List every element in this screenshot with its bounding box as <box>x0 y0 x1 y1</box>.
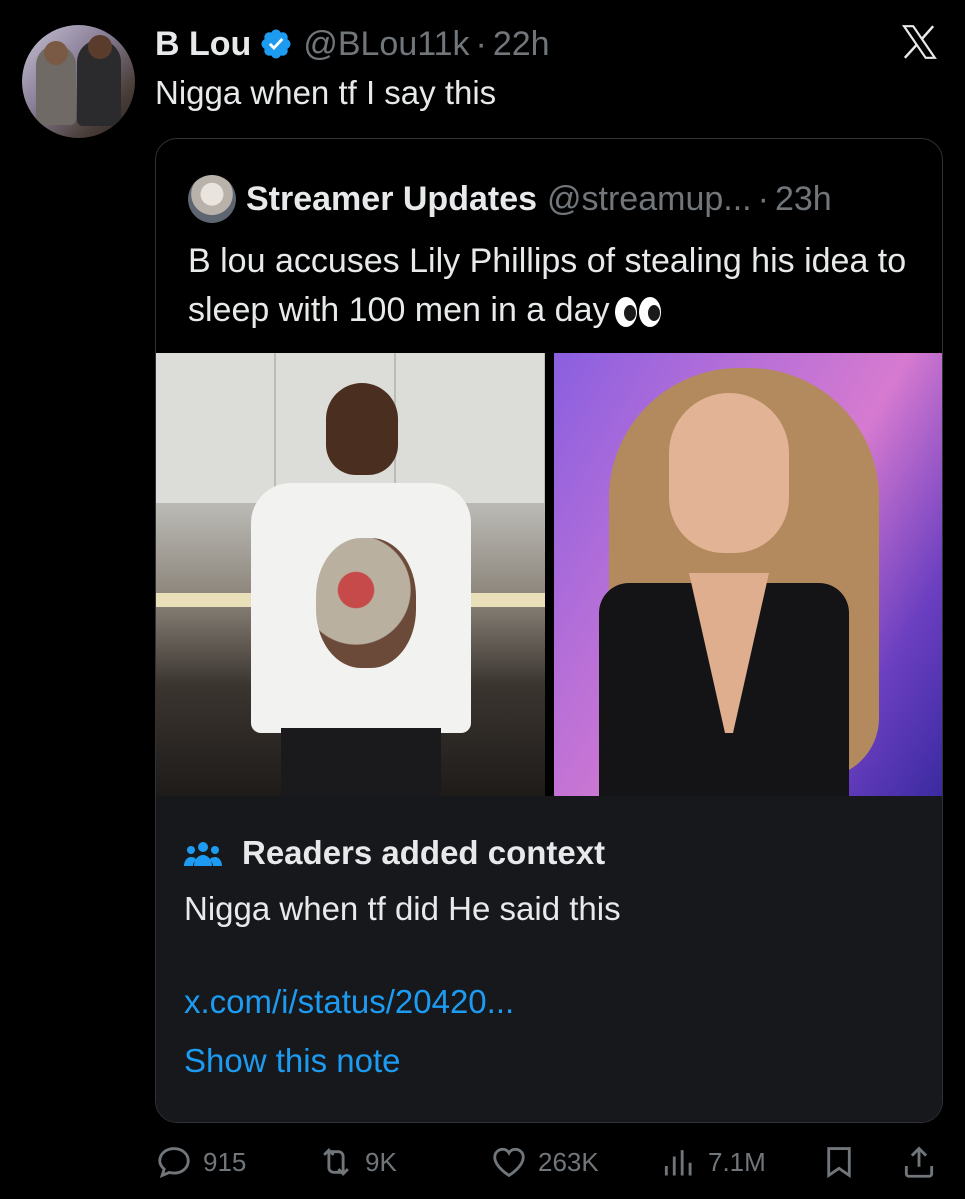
verified-icon <box>261 29 291 59</box>
photo-left[interactable] <box>156 353 545 796</box>
quoted-separator-dot: · <box>757 179 769 218</box>
separator-dot: · <box>475 24 487 63</box>
avatar-head-right <box>88 35 112 59</box>
cabinet <box>396 353 545 503</box>
photo-right[interactable] <box>554 353 942 796</box>
reply-button[interactable]: 915 <box>155 1143 246 1181</box>
action-bar: 915 9K 263K 7.1M <box>155 1143 945 1187</box>
cabinet <box>156 353 276 503</box>
repost-count: 9K <box>365 1146 397 1177</box>
readers-icon <box>184 842 222 866</box>
repost-button[interactable]: 9K <box>317 1143 397 1181</box>
share-icon <box>904 1146 934 1178</box>
quoted-time[interactable]: 23h <box>775 180 832 219</box>
quoted-text: B lou accuses Lily Phillips of stealing … <box>188 242 907 329</box>
eyes-emoji <box>615 297 662 328</box>
view-count: 7.1M <box>708 1146 766 1177</box>
quoted-avatar[interactable] <box>188 175 236 223</box>
like-icon <box>493 1147 525 1178</box>
views-button[interactable]: 7.1M <box>660 1143 766 1181</box>
bookmark-icon <box>827 1147 851 1179</box>
repost-icon <box>323 1148 349 1176</box>
quoted-tweet[interactable]: Streamer Updates @streamup... · 23h B lo… <box>155 138 943 1123</box>
man-head <box>326 383 398 475</box>
man-pants <box>281 728 441 796</box>
tweet-time[interactable]: 22h <box>493 25 550 64</box>
reply-icon <box>158 1147 190 1178</box>
woman-face <box>669 393 789 553</box>
reply-count: 915 <box>203 1146 247 1177</box>
author-name[interactable]: B Lou <box>155 25 251 64</box>
quoted-header: Streamer Updates @streamup... · 23h <box>188 175 832 223</box>
tweet-header: B Lou @BLou11k · 22h <box>155 24 550 64</box>
shirt-print <box>316 538 416 668</box>
quoted-handle[interactable]: @streamup... <box>547 180 752 219</box>
quoted-author-name[interactable]: Streamer Updates <box>246 180 537 219</box>
like-button[interactable]: 263K <box>490 1143 599 1181</box>
tweet-text: Nigga when tf I say this <box>155 74 497 111</box>
community-note[interactable]: Readers added context Nigga when tf did … <box>156 796 942 1122</box>
show-note-link[interactable]: Show this note <box>184 1042 400 1080</box>
quoted-text-block: B lou accuses Lily Phillips of stealing … <box>188 237 908 335</box>
bookmark-button[interactable] <box>820 1143 868 1181</box>
like-count: 263K <box>538 1146 599 1177</box>
note-header: Readers added context <box>184 834 605 872</box>
avatar[interactable] <box>22 25 135 138</box>
note-text: Nigga when tf did He said this <box>184 890 621 927</box>
note-link[interactable]: x.com/i/status/20420... <box>184 983 514 1021</box>
note-title: Readers added context <box>242 834 606 871</box>
author-handle[interactable]: @BLou11k <box>303 25 469 64</box>
share-button[interactable] <box>900 1143 948 1181</box>
views-icon <box>664 1150 692 1176</box>
x-logo-icon <box>901 25 937 59</box>
avatar-head-left <box>44 41 68 65</box>
